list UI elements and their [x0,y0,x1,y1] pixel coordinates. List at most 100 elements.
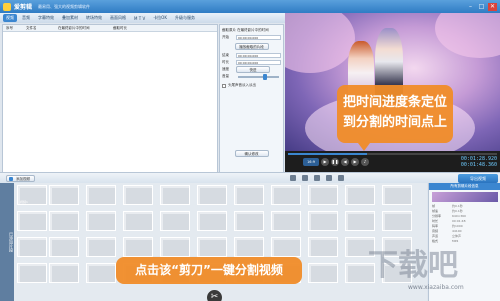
player-controls: 16:9 ▶ ❚❚ ◀ ▶ ♪ 00:01:28.920 00:01:48.36… [285,151,500,172]
speed-row: 速度 快进 [222,66,281,73]
clip-list: 序号 文件名 在最终影片中的时间 截取时长 [2,24,218,175]
save-icon[interactable] [326,175,332,181]
title-bar: 爱剪辑 最易用、强大的视频剪辑软件 – □ ✕ [0,0,500,13]
fast-forward-button[interactable]: 快进 [236,66,270,73]
tab-audio[interactable]: 音频 [19,14,33,22]
timeline-frame[interactable] [345,185,375,205]
frame-placeholder [311,214,337,230]
preview-tree-right [435,13,500,58]
frame-placeholder [126,240,152,256]
timeline-frame[interactable] [271,237,301,257]
duration-label: 时长 [222,60,229,64]
timeline-frame[interactable] [197,237,227,257]
timeline-frame[interactable] [123,211,153,231]
app-title: 爱剪辑 [14,4,33,11]
timeline-frame[interactable] [382,211,412,231]
clip-list-header: 序号 文件名 在最终影片中的时间 截取时长 [3,25,217,32]
split-icon[interactable] [314,175,320,181]
tab-karaoke[interactable]: 卡拉OK [150,14,170,22]
timeline-frame[interactable] [234,237,264,257]
volume-row: 音量 [222,73,281,80]
volume-slider-knob[interactable] [262,73,267,80]
timeline-frame[interactable] [123,237,153,257]
timeline-frame[interactable] [86,237,116,257]
end-time-input[interactable]: 00:00:00.000 [236,53,281,58]
timeline-frame[interactable] [271,211,301,231]
frame-placeholder [20,266,46,282]
app-subtitle: 最易用、强大的视频剪辑软件 [38,3,91,9]
duration-input[interactable]: 00:00:00.000 [236,60,281,65]
timeline-frame[interactable] [17,263,47,283]
timeline-frame[interactable] [308,185,338,205]
tab-subtitle-effects[interactable]: 字幕特效 [35,14,57,22]
column-duration: 截取时长 [113,25,127,30]
minimize-button[interactable]: – [466,3,475,11]
fade-checkbox-label: 头尾声音淡入淡出 [228,83,256,87]
confirm-edit-button[interactable]: 确认修改 [234,150,269,157]
timeline-frame[interactable] [49,211,79,231]
frame-placeholder [274,214,300,230]
aspect-ratio-button[interactable]: 16:9 [303,158,319,166]
volume-slider[interactable] [238,73,279,80]
timeline-frame[interactable] [49,237,79,257]
close-button[interactable]: ✕ [488,2,497,11]
timeline-frame[interactable] [271,185,301,205]
timeline-frame[interactable] [234,185,264,205]
frame-placeholder [89,188,115,204]
timeline-frame[interactable] [17,211,47,231]
timeline-frame[interactable] [160,237,190,257]
duration-row: 时长 00:00:00.000 [222,59,281,66]
timeline-frame[interactable] [197,211,227,231]
timeline-frame[interactable] [160,211,190,231]
timeline-frame[interactable]: 视频1 [17,185,47,205]
maximize-button[interactable]: □ [477,3,486,11]
zoom-out-icon[interactable] [290,175,296,181]
timeline-frame[interactable] [17,237,47,257]
timeline-frame[interactable] [308,211,338,231]
timeline-frame[interactable] [86,263,116,283]
timeline-frame[interactable] [345,211,375,231]
play-clip-button[interactable]: 播放截取的片段 [234,43,269,50]
play-icon[interactable]: ▶ [321,158,329,166]
export-video-button[interactable]: 导出视频 [458,174,498,183]
preview-tree-left [285,13,355,73]
previous-frame-icon[interactable]: ◀ [341,158,349,166]
timeline-frame[interactable] [234,211,264,231]
next-frame-icon[interactable]: ▶ [351,158,359,166]
tab-video[interactable]: 视频 [3,14,17,22]
timeline-frame[interactable] [160,185,190,205]
timeline-frame[interactable] [197,185,227,205]
end-label: 结束 [222,53,229,57]
progress-bar-fill [288,153,368,155]
tab-style[interactable]: 画面风格 [107,14,129,22]
timeline-frame[interactable] [86,185,116,205]
timeline-frame[interactable] [382,185,412,205]
timeline-frame[interactable] [86,211,116,231]
frame-placeholder [237,188,263,204]
fade-checkbox-row[interactable]: 头尾声音淡入淡出 [222,83,281,88]
timeline-frame[interactable] [49,263,79,283]
info-rows: 帧约0.1秒 帧速 约0.1秒 分辨率 640×360 时长 00:01:48 码率 约1000… [429,204,500,244]
tab-mtv[interactable]: M T V [131,15,148,22]
folder-icon[interactable] [302,175,308,181]
frame-placeholder [274,188,300,204]
frame-placeholder [20,240,46,256]
timeline-frame[interactable] [308,263,338,283]
volume-icon[interactable]: ♪ [361,158,369,166]
frame-placeholder [311,188,337,204]
tab-overlay[interactable]: 叠加素材 [59,14,81,22]
progress-bar[interactable] [288,153,497,155]
start-time-input[interactable]: 00:00:00.000 [236,35,281,40]
tab-transition[interactable]: 转场特效 [83,14,105,22]
pause-icon[interactable]: ❚❚ [331,158,339,166]
timeline-frame[interactable] [49,185,79,205]
frame-placeholder [52,188,78,204]
timeline-frame[interactable] [123,185,153,205]
add-video-button[interactable]: 添加视频 [6,175,35,182]
tab-upgrade[interactable]: 升级与服务 [172,14,198,22]
timeline-toolbar: 添加视频 导出视频 [0,172,500,183]
scissors-icon[interactable]: ✂ [207,290,222,301]
timeline-frame[interactable] [308,237,338,257]
settings-icon[interactable] [338,175,344,181]
fade-checkbox[interactable] [222,83,226,88]
